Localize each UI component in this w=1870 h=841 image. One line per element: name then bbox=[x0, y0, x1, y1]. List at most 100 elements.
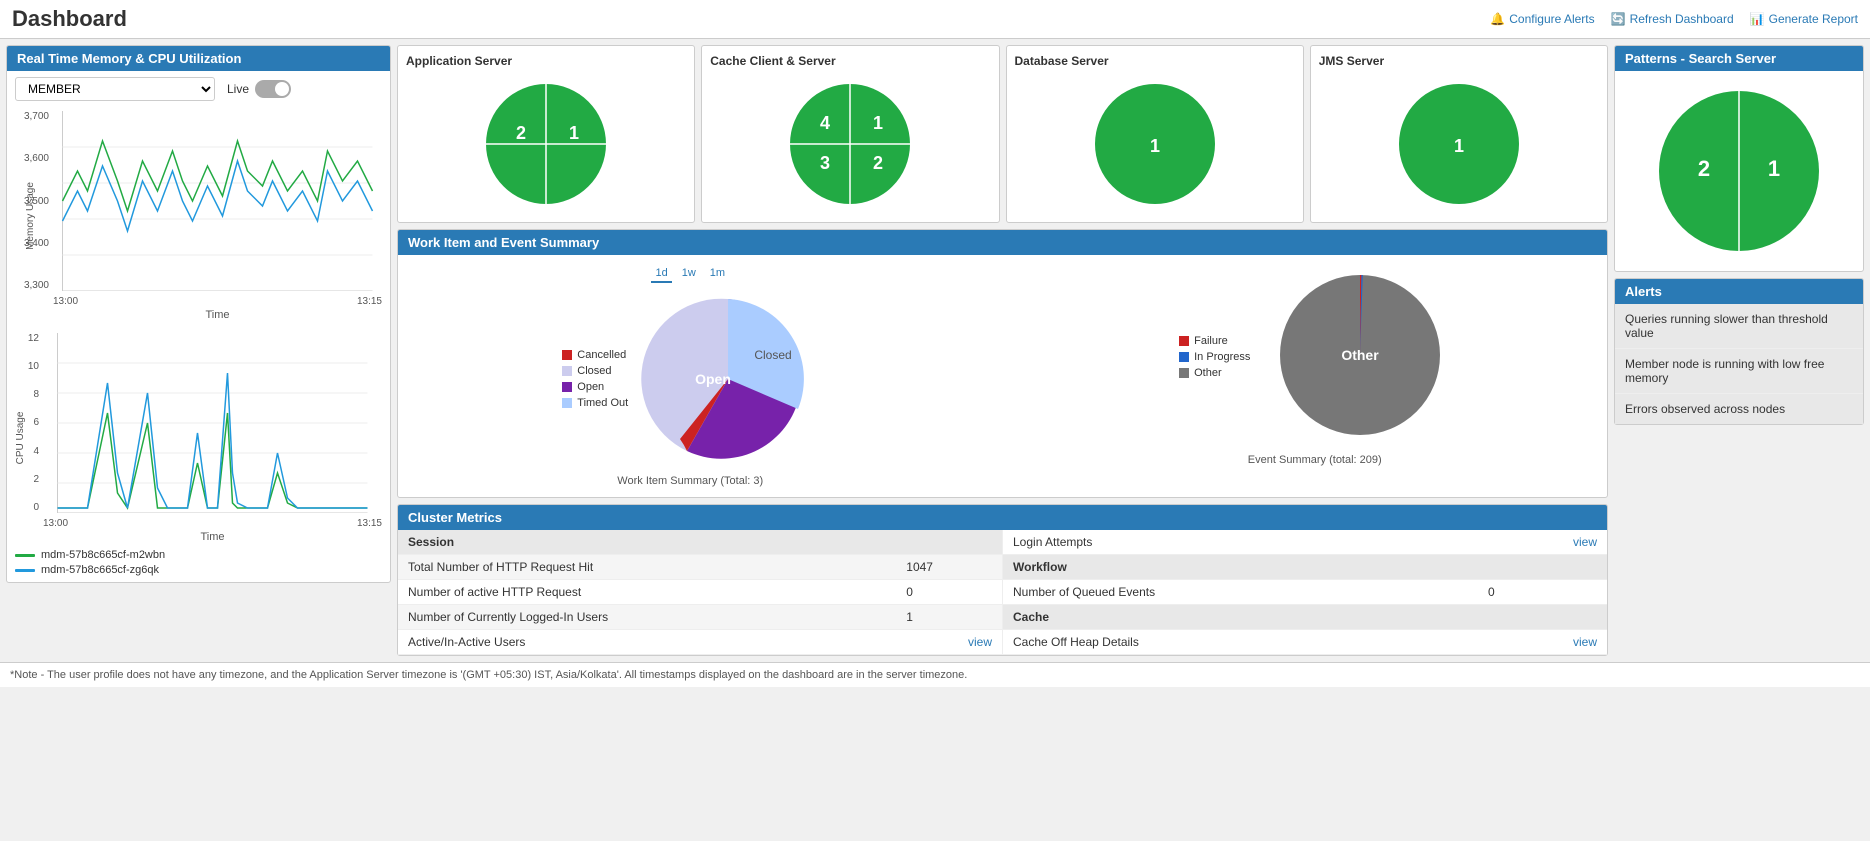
cpu-x-ticks: 13:00 13:15 bbox=[43, 516, 382, 531]
jms-server-pie: 1 bbox=[1389, 74, 1529, 214]
alerts-panel: Alerts Queries running slower than thres… bbox=[1614, 278, 1864, 425]
work-item-panel: Work Item and Event Summary 1d 1w 1m bbox=[397, 229, 1608, 498]
cpu-x-label: Time bbox=[43, 531, 382, 543]
alerts-panel-header: Alerts bbox=[1615, 279, 1863, 304]
metrics-right-table: Login Attempts view Workflow Number of Q… bbox=[1003, 530, 1607, 655]
svg-text:2: 2 bbox=[1698, 156, 1710, 181]
db-server-pie: 1 bbox=[1085, 74, 1225, 214]
tab-1w[interactable]: 1w bbox=[678, 265, 700, 283]
alert-item-0: Queries running slower than threshold va… bbox=[1615, 304, 1863, 349]
report-icon: 📊 bbox=[1750, 12, 1765, 26]
event-legend: Failure In Progress Other bbox=[1179, 335, 1250, 379]
active-http-row: Number of active HTTP Request 0 bbox=[398, 580, 1002, 605]
server-cards-row: Application Server 2 1 Cache Client & Se… bbox=[397, 45, 1608, 223]
right-panel: Patterns - Search Server 2 1 Alerts Quer… bbox=[1614, 45, 1864, 656]
legend-closed: Closed bbox=[562, 365, 628, 377]
realtime-panel: Real Time Memory & CPU Utilization MEMBE… bbox=[6, 45, 391, 583]
workflow-header-row: Workflow bbox=[1003, 555, 1607, 580]
queued-events-row: Number of Queued Events 0 bbox=[1003, 580, 1607, 605]
alert-item-2: Errors observed across nodes bbox=[1615, 394, 1863, 424]
legend-cancelled: Cancelled bbox=[562, 349, 628, 361]
cluster-metrics-header: Cluster Metrics bbox=[398, 505, 1607, 530]
metrics-right-col: Login Attempts view Workflow Number of Q… bbox=[1003, 530, 1607, 655]
chart-legend: mdm-57b8c665cf-m2wbn mdm-57b8c665cf-zg6q… bbox=[7, 543, 390, 582]
patterns-pie-svg: 2 1 bbox=[1649, 81, 1829, 261]
work-item-pie-row: Cancelled Closed Open bbox=[562, 289, 818, 469]
refresh-icon: 🔄 bbox=[1611, 12, 1626, 26]
main-content: Real Time Memory & CPU Utilization MEMBE… bbox=[0, 39, 1870, 662]
footer-note: *Note - The user profile does not have a… bbox=[0, 662, 1870, 687]
work-item-chart-label: Work Item Summary (Total: 3) bbox=[617, 475, 763, 487]
legend-open: Open bbox=[562, 381, 628, 393]
left-panel: Real Time Memory & CPU Utilization MEMBE… bbox=[6, 45, 391, 656]
memory-chart-svg bbox=[53, 111, 382, 291]
cache-header-row: Cache bbox=[1003, 605, 1607, 630]
work-item-pie-svg: Open Closed bbox=[638, 289, 818, 469]
svg-text:1: 1 bbox=[569, 123, 579, 143]
member-select[interactable]: MEMBER bbox=[15, 77, 215, 101]
jms-server-card: JMS Server 1 bbox=[1310, 45, 1608, 223]
center-panel: Application Server 2 1 Cache Client & Se… bbox=[397, 45, 1608, 656]
legend-failure: Failure bbox=[1179, 335, 1250, 347]
cpu-chart-svg bbox=[43, 333, 382, 513]
alert-item-1: Member node is running with low free mem… bbox=[1615, 349, 1863, 394]
memory-x-ticks: 13:00 13:15 bbox=[53, 294, 382, 309]
top-bar: Dashboard 🔔 Configure Alerts 🔄 Refresh D… bbox=[0, 0, 1870, 39]
cache-offheap-row: Cache Off Heap Details view bbox=[1003, 630, 1607, 655]
event-chart-half: Failure In Progress Other bbox=[1033, 265, 1598, 487]
memory-x-label: Time bbox=[53, 309, 382, 321]
patterns-card: Patterns - Search Server 2 1 bbox=[1614, 45, 1864, 272]
patterns-card-title: Patterns - Search Server bbox=[1615, 46, 1863, 71]
tab-1m[interactable]: 1m bbox=[706, 265, 729, 283]
tab-1d[interactable]: 1d bbox=[651, 265, 671, 283]
realtime-panel-header: Real Time Memory & CPU Utilization bbox=[7, 46, 390, 71]
refresh-dashboard-link[interactable]: 🔄 Refresh Dashboard bbox=[1611, 12, 1734, 26]
app-server-title: Application Server bbox=[406, 54, 686, 68]
top-bar-actions: 🔔 Configure Alerts 🔄 Refresh Dashboard 📊… bbox=[1490, 12, 1858, 26]
time-tabs: 1d 1w 1m bbox=[651, 265, 729, 283]
cache-server-pie: 4 1 3 2 bbox=[780, 74, 920, 214]
page-title: Dashboard bbox=[12, 6, 127, 32]
svg-text:Closed: Closed bbox=[755, 348, 792, 362]
svg-text:1: 1 bbox=[1768, 156, 1780, 181]
live-label: Live bbox=[227, 82, 249, 96]
http-request-hit-row: Total Number of HTTP Request Hit 1047 bbox=[398, 555, 1002, 580]
event-pie-row: Failure In Progress Other bbox=[1179, 265, 1450, 448]
svg-text:1: 1 bbox=[1150, 136, 1160, 156]
db-server-title: Database Server bbox=[1015, 54, 1295, 68]
svg-text:4: 4 bbox=[820, 113, 830, 133]
app-server-card: Application Server 2 1 bbox=[397, 45, 695, 223]
cache-server-title: Cache Client & Server bbox=[710, 54, 990, 68]
svg-text:1: 1 bbox=[1454, 136, 1464, 156]
configure-alerts-icon: 🔔 bbox=[1490, 12, 1505, 26]
cluster-metrics-panel: Cluster Metrics Session Total Number of … bbox=[397, 504, 1608, 656]
cpu-y-label: CPU Usage bbox=[15, 412, 26, 465]
legend-color-0 bbox=[15, 554, 35, 557]
work-item-panel-header: Work Item and Event Summary bbox=[398, 230, 1607, 255]
login-attempts-row: Login Attempts view bbox=[1003, 530, 1607, 555]
svg-text:2: 2 bbox=[873, 153, 883, 173]
metrics-left-table: Session Total Number of HTTP Request Hit… bbox=[398, 530, 1002, 655]
jms-server-title: JMS Server bbox=[1319, 54, 1599, 68]
metrics-left-col: Session Total Number of HTTP Request Hit… bbox=[398, 530, 1003, 655]
svg-text:3: 3 bbox=[820, 153, 830, 173]
live-toggle: Live bbox=[227, 80, 291, 98]
work-item-body: 1d 1w 1m Cancelled Closed bbox=[398, 255, 1607, 497]
memory-chart: 3,700 3,600 3,500 3,400 3,300 Memory Usa… bbox=[7, 107, 390, 321]
work-item-chart-half: 1d 1w 1m Cancelled Closed bbox=[408, 265, 973, 487]
db-server-card: Database Server 1 bbox=[1006, 45, 1304, 223]
svg-text:2: 2 bbox=[516, 123, 526, 143]
event-pie-container: Other bbox=[1270, 265, 1450, 448]
live-toggle-switch[interactable] bbox=[255, 80, 291, 98]
realtime-controls: MEMBER Live bbox=[7, 71, 390, 107]
configure-alerts-link[interactable]: 🔔 Configure Alerts bbox=[1490, 12, 1594, 26]
generate-report-link[interactable]: 📊 Generate Report bbox=[1750, 12, 1858, 26]
legend-timedout: Timed Out bbox=[562, 397, 628, 409]
legend-item-0: mdm-57b8c665cf-m2wbn bbox=[15, 549, 382, 561]
event-chart-label: Event Summary (total: 209) bbox=[1248, 454, 1382, 466]
memory-y-label: Memory Usage bbox=[25, 182, 36, 250]
legend-inprogress: In Progress bbox=[1179, 351, 1250, 363]
work-item-legend: Cancelled Closed Open bbox=[562, 349, 628, 409]
app-server-pie: 2 1 bbox=[476, 74, 616, 214]
session-header-row: Session bbox=[398, 530, 1002, 555]
